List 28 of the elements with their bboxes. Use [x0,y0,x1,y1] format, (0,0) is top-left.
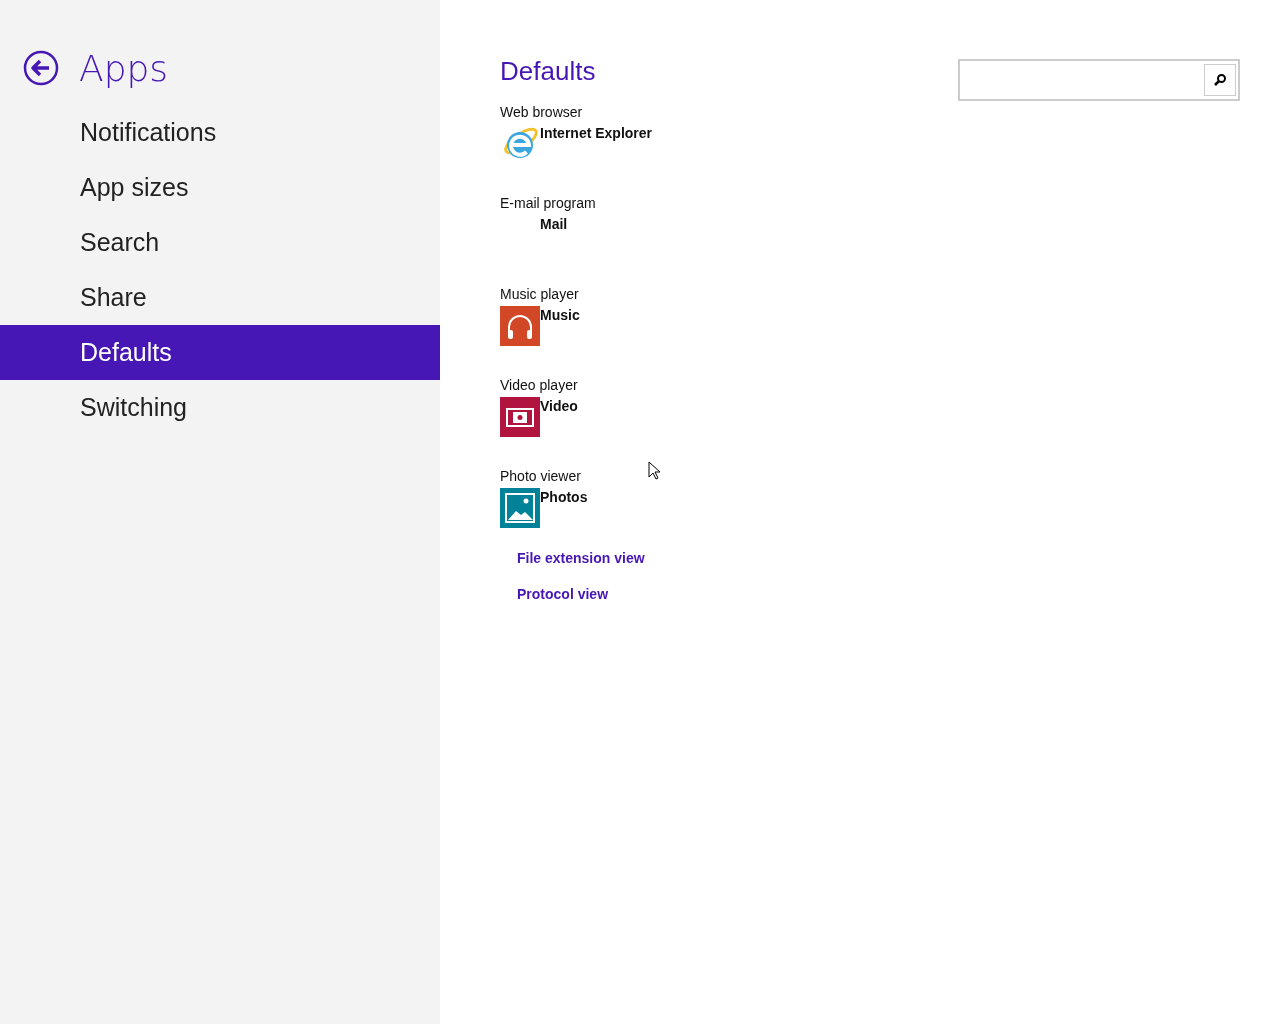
category-label: Web browser [500,104,584,122]
search-icon [1213,73,1227,87]
picture-icon [500,488,540,528]
nav-item[interactable]: Defaults [0,325,440,380]
search-button[interactable] [1204,64,1236,96]
nav-item[interactable]: Switching [0,380,440,435]
link[interactable]: File extension view [517,550,653,566]
nav-item[interactable]: Share [0,270,440,325]
default-app-button[interactable]: Internet Explorer [500,124,653,164]
search-field[interactable] [958,59,1240,101]
back-button[interactable] [23,50,59,86]
video-icon [500,397,540,437]
mouse-pointer-icon [648,461,661,480]
section-heading: Defaults [500,56,597,87]
category-label: E-mail program [500,195,597,213]
link[interactable]: Protocol view [517,586,653,602]
page-title: Apps [79,47,169,89]
nav-item[interactable]: Search [0,215,440,270]
default-app-button[interactable]: Mail [500,215,568,255]
default-app-button[interactable]: Music [500,306,580,346]
nav-item[interactable]: App sizes [0,160,440,215]
default-app-button[interactable]: Photos [500,488,588,528]
headphones-icon [500,306,540,346]
category-label: Video player [500,377,579,395]
default-app-button[interactable]: Video [500,397,578,437]
nav-item[interactable]: Notifications [0,105,440,160]
category-label: Photo viewer [500,468,582,486]
category-label: Music player [500,286,580,304]
